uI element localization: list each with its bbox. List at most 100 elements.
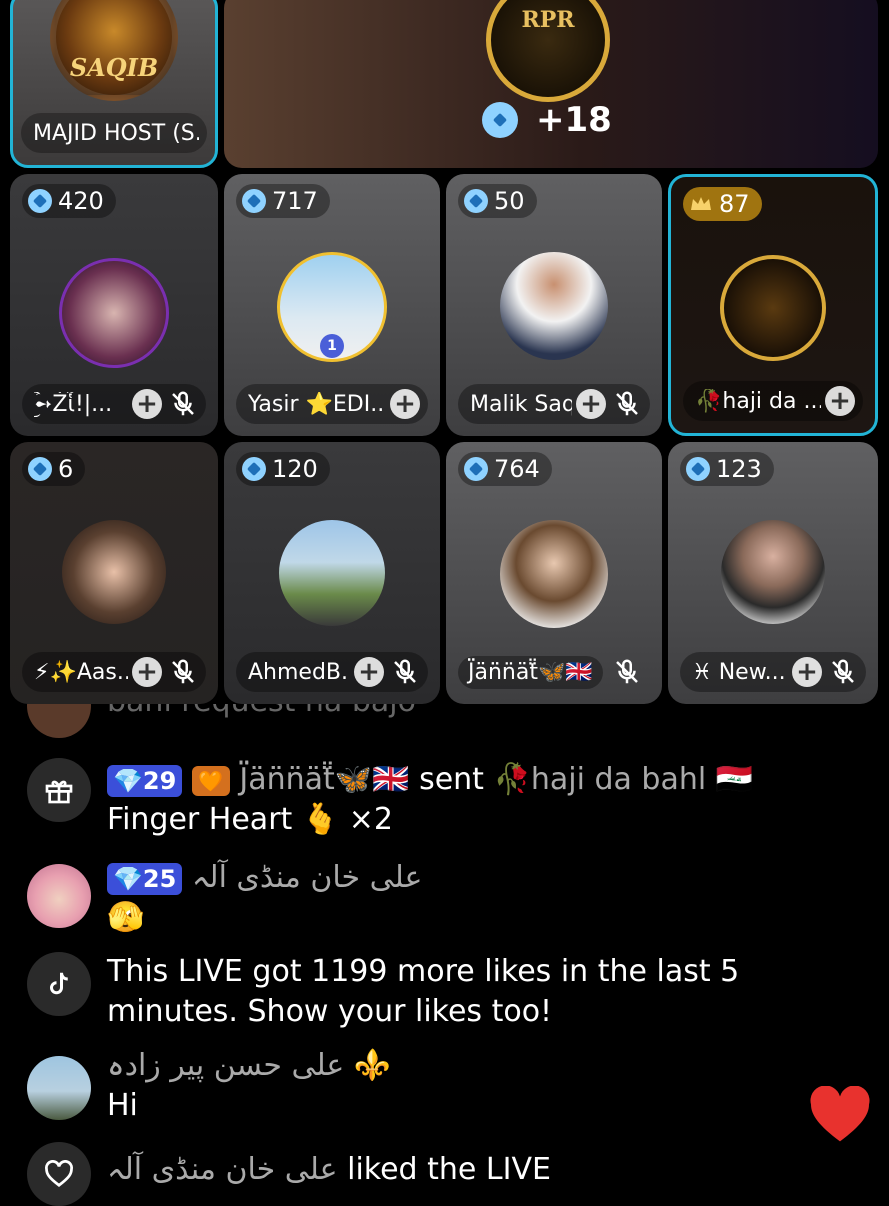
chat-like-text: liked the LIVE [347,1152,551,1187]
guest-name: Malik Saq... [470,391,572,417]
guest-badge: 717 [236,184,330,218]
host-tile[interactable]: SAQIB MAJID HOST (S... [10,0,218,168]
chat-text: علی خان منڈی آلہ liked the LIVE [107,1150,551,1190]
guest-name-bar: J̈̈än̈̈n̈äẗ̈🦋🇬🇧 [458,652,650,692]
chat-message-text: Hi [107,1088,138,1123]
level-badge: 💎 29 [107,764,183,797]
guest-tile[interactable]: 120 AhmedB... + [224,442,440,704]
chat-message-text: 🫣 [107,900,145,935]
add-guest-button[interactable]: + [354,657,384,687]
guest-tile[interactable]: 717 1 Yasir ⭐EDI... + [224,174,440,436]
level-badge: 💎 25 [107,862,183,895]
guest-tile[interactable]: 420 ؘ͜͡➻Żἷ!|... + [10,174,218,436]
guest-badge: 6 [22,452,86,486]
add-guest-button[interactable]: + [792,657,822,687]
guest-name-bar: AhmedB... + [236,652,428,692]
chat-partial-row: bahl request na bajo [0,704,889,738]
guest-avatar [500,252,608,360]
guest-badge: 120 [236,452,330,486]
level-value: 25 [142,864,177,893]
gift-icon [27,758,91,822]
chat-gift-text: Finger Heart 🫰 ×2 [107,802,393,837]
guest-name: J̈̈än̈̈n̈äẗ̈🦋🇬🇧 [458,655,603,689]
banner-viewers: +18 [482,100,612,140]
guest-tile[interactable]: 123 ♓ New... + [668,442,878,704]
host-name-bar: MAJID HOST (S... [21,113,207,153]
top-banner[interactable]: RPR +18 [224,0,878,168]
guest-badge: 123 [680,452,774,486]
guest-name-bar: Malik Saq... + [458,384,650,424]
add-guest-button[interactable]: + [390,389,420,419]
chat-text: 💎 29 🧡 J̈̈än̈̈n̈äẗ̈🦋🇬🇧 sent 🥀haji da bahl… [107,760,867,840]
mic-muted-icon [832,659,854,684]
guest-avatar [279,520,385,626]
mic-muted-icon [616,659,638,684]
guest-count: 120 [272,455,318,483]
add-guest-button[interactable]: + [825,386,855,416]
guest-count: 50 [494,187,525,215]
heart-badge-icon: 🧡 [191,765,230,796]
chat-username: علی خان منڈی آلہ [191,860,423,895]
rank-badge: 1 [320,334,344,358]
add-guest-button[interactable]: + [576,389,606,419]
guest-name: Yasir ⭐EDI... [248,391,386,417]
guest-avatar [500,520,608,628]
chat-username: J̈̈än̈̈n̈äẗ̈🦋🇬🇧 [239,762,410,797]
diamond-icon [464,189,488,213]
like-heart-icon[interactable] [808,1086,872,1144]
guest-tile[interactable]: 6 ⚡✨Aas... + [10,442,218,704]
diamond-icon [28,189,52,213]
chat-username: علی حسن پیر زادہ ⚜️ [107,1048,392,1083]
banner-logo: RPR [486,0,610,102]
guest-count: 123 [716,455,762,483]
guest-count: 6 [58,455,74,483]
guest-name-bar: Yasir ⭐EDI... + [236,384,428,424]
diamond-icon [686,457,710,481]
chat-text: علی حسن پیر زادہ ⚜️ Hi [107,1046,391,1126]
chat-sent-word: sent [419,762,484,797]
banner-count: +18 [536,100,612,140]
guest-avatar [720,255,826,361]
guest-count: 87 [719,190,750,218]
tiktok-icon [27,952,91,1016]
guest-name: 🥀haji da ... [695,388,821,414]
add-guest-button[interactable]: + [132,389,162,419]
host-avatar: SAQIB [50,0,178,101]
mic-muted-icon [172,391,194,416]
diamond-icon [28,457,52,481]
guest-name: AhmedB... [248,659,350,685]
guest-name: ؘ͜͡➻Żἷ!|... [34,391,113,417]
chat-avatar [27,704,91,738]
chat-partial-text: bahl request na bajo [107,704,416,719]
chat-avatar[interactable] [27,1056,91,1120]
chat-target: 🥀haji da bahl 🇮🇶 [493,762,754,797]
guest-badge: 764 [458,452,552,486]
heart-outline-icon [27,1142,91,1206]
guest-avatar [721,520,825,624]
mic-muted-icon [616,391,638,416]
guest-avatar [59,258,169,368]
chat-avatar[interactable] [27,864,91,928]
mic-muted-icon [394,659,416,684]
guest-count: 420 [58,187,104,215]
diamond-icon [242,189,266,213]
guest-name: ♓ New... [692,659,786,685]
guest-tile[interactable]: 87 🥀haji da ... + [668,174,878,436]
guest-tile[interactable]: 764 J̈̈än̈̈n̈äẗ̈🦋🇬🇧 [446,442,662,704]
guest-name-bar: ⚡✨Aas... + [22,652,206,692]
host-avatar-text: SAQIB [69,52,159,82]
guest-count: 717 [272,187,318,215]
add-guest-button[interactable]: + [132,657,162,687]
chat-text: This LIVE got 1199 more likes in the las… [107,954,740,1029]
crown-icon [691,197,711,210]
host-name: MAJID HOST (S... [33,120,199,146]
level-value: 29 [142,766,177,795]
guest-name-bar: ؘ͜͡➻Żἷ!|... + [22,384,206,424]
diamond-icon [242,457,266,481]
diamond-icon [482,102,518,138]
guest-badge: 420 [22,184,116,218]
diamond-icon [464,457,488,481]
guest-tile[interactable]: 50 Malik Saq... + [446,174,662,436]
guest-avatar [62,520,166,624]
chat-text: 💎 25 علی خان منڈی آلہ 🫣 [107,858,422,938]
